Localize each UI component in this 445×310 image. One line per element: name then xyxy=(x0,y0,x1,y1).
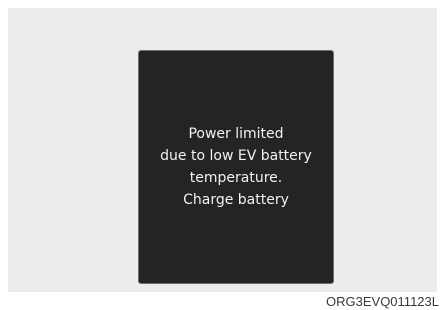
figure-panel: Power limited due to low EV battery temp… xyxy=(8,8,437,292)
warning-message: Power limited due to low EV battery temp… xyxy=(160,123,312,211)
warning-message-line: temperature. xyxy=(189,170,283,186)
cluster-display-screen: Power limited due to low EV battery temp… xyxy=(138,50,334,284)
warning-message-line: Charge battery xyxy=(183,192,289,208)
warning-message-line: due to low EV battery xyxy=(160,148,312,164)
warning-message-line: Power limited xyxy=(188,126,284,142)
